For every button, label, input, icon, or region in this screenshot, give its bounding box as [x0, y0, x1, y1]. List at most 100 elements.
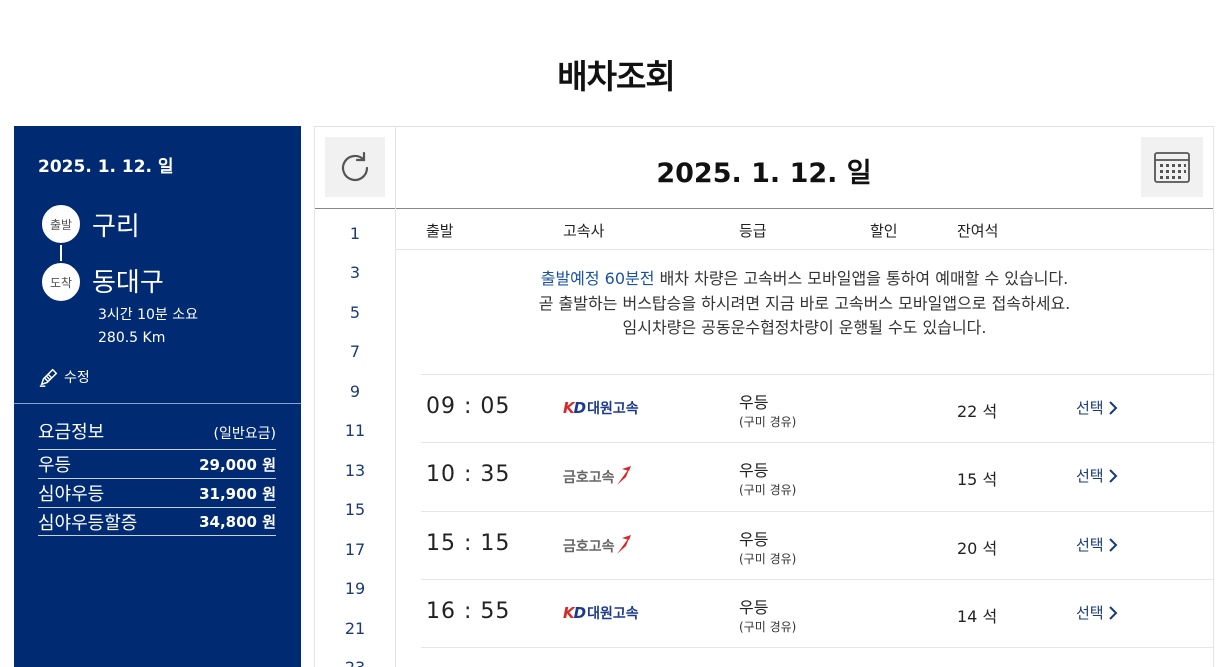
- select-label: 선택: [1076, 536, 1104, 554]
- remaining-seats: 15 석: [957, 470, 998, 489]
- company-name: 대원고속: [587, 401, 639, 417]
- hour-item[interactable]: 23: [315, 658, 395, 667]
- hour-item[interactable]: 15: [315, 500, 395, 519]
- hour-item[interactable]: 19: [315, 579, 395, 598]
- column-header-discount: 할인: [870, 222, 898, 240]
- schedule-date: 2025. 1. 12. 일: [656, 158, 872, 189]
- select-button[interactable]: 선택: [1076, 602, 1118, 623]
- hour-item[interactable]: 3: [315, 263, 395, 282]
- remaining-seats: 14 석: [957, 607, 998, 626]
- bus-row: 09 : 05 KD 대원고속 우등 (구미 경유) 22 석 선택: [421, 374, 1213, 442]
- booking-notice: 출발예정 60분전 배차 차량은 고속버스 모바일앱을 통하여 예매할 수 있습…: [396, 267, 1213, 341]
- departure-time: 15 : 15: [426, 531, 511, 556]
- select-button[interactable]: 선택: [1076, 465, 1118, 486]
- company-name: 금호고속: [563, 539, 615, 555]
- hour-item[interactable]: 9: [315, 382, 395, 401]
- select-button[interactable]: 선택: [1076, 534, 1118, 555]
- select-label: 선택: [1076, 399, 1104, 417]
- bus-via: (구미 경유): [739, 552, 797, 566]
- hour-item[interactable]: 11: [315, 421, 395, 440]
- company-name: 금호고속: [563, 470, 615, 486]
- refresh-button[interactable]: [325, 137, 385, 197]
- chevron-right-icon: [1108, 400, 1118, 415]
- arrival-city: 동대구: [92, 268, 164, 298]
- fare-row: 심야우등할증 34,800 원: [38, 507, 276, 536]
- fare-grade: 우등: [38, 455, 72, 476]
- fare-table: 우등 29,000 원 심야우등 31,900 원 심야우등할증 34,800 …: [38, 449, 276, 536]
- calendar-icon: [1154, 152, 1190, 183]
- kumho-swoosh-icon: [616, 466, 631, 485]
- kumho-logo: 금호고속: [563, 465, 632, 487]
- arrival-badge: 도착: [40, 261, 82, 303]
- panel-divider: [14, 403, 301, 404]
- hour-item[interactable]: 17: [315, 540, 395, 559]
- notice-line1: 배차 차량은 고속버스 모바일앱을 통하여 예매할 수 있습니다.: [654, 269, 1069, 288]
- column-headers: 출발 고속사 등급 할인 잔여석: [396, 210, 1213, 250]
- bus-via: (구미 경유): [739, 415, 797, 429]
- bus-row: 10 : 35 금호고속 우등 (구미 경유) 15 석 선택: [421, 442, 1213, 510]
- departure-time: 10 : 35: [426, 462, 511, 487]
- fare-row: 심야우등 31,900 원: [38, 478, 276, 507]
- hour-item[interactable]: 13: [315, 461, 395, 480]
- fare-grade: 심야우등할증: [38, 512, 138, 534]
- notice-line3: 임시차량은 공동운수협정차량이 운행될 수도 있습니다.: [622, 318, 987, 337]
- page-title: 배차조회: [557, 57, 675, 96]
- column-header-departure: 출발: [426, 222, 454, 240]
- pen-edit-icon: [39, 368, 58, 387]
- column-header-grade: 등급: [739, 222, 767, 240]
- fare-row: 우등 29,000 원: [38, 449, 276, 478]
- bus-via: (구미 경유): [739, 620, 797, 634]
- remaining-seats: 20 석: [957, 539, 998, 558]
- column-header-seats: 잔여석: [957, 222, 999, 240]
- daewon-logo: KD 대원고속: [563, 397, 639, 419]
- kd-logo-mark: KD: [563, 399, 586, 417]
- select-label: 선택: [1076, 467, 1104, 485]
- bus-grade: 우등: [739, 393, 769, 412]
- fare-header: 요금정보 (일반요금): [38, 418, 276, 444]
- select-button[interactable]: 선택: [1076, 397, 1118, 418]
- departure-time: 09 : 05: [426, 394, 511, 419]
- trip-distance: 280.5 Km: [98, 330, 166, 346]
- hour-item[interactable]: 5: [315, 303, 395, 322]
- hour-item[interactable]: 21: [315, 619, 395, 638]
- fare-title: 요금정보: [38, 422, 105, 443]
- hour-selector: 1 3 5 7 9 11 13 15 17 19 21 23: [315, 209, 396, 667]
- remaining-seats: 22 석: [957, 402, 998, 421]
- fare-price: 34,800 원: [199, 513, 276, 531]
- departure-city: 구리: [92, 212, 140, 242]
- trip-duration: 3시간 10분 소요: [98, 307, 199, 323]
- company-name: 대원고속: [587, 606, 639, 622]
- hour-item[interactable]: 7: [315, 342, 395, 361]
- refresh-icon: [341, 151, 369, 182]
- schedule-header: 2025. 1. 12. 일: [315, 127, 1213, 209]
- bus-grade: 우등: [739, 598, 769, 617]
- chevron-right-icon: [1108, 605, 1118, 620]
- route-summary-panel: 2025. 1. 12. 일 출발 구리 도착 동대구 3시간 10분 소요 2…: [14, 126, 301, 667]
- notice-highlight: 출발예정 60분전: [540, 269, 655, 288]
- bus-row: 16 : 55 KD 대원고속 우등 (구미 경유) 14 석 선택: [421, 579, 1213, 647]
- bus-grade: 우등: [739, 530, 769, 549]
- notice-line2: 곧 출발하는 버스탑승을 하시려면 지금 바로 고속버스 모바일앱으로 접속하세…: [538, 293, 1071, 313]
- edit-route-button[interactable]: 수정: [38, 366, 90, 388]
- kumho-swoosh-icon: [616, 535, 631, 554]
- column-header-company: 고속사: [563, 222, 605, 240]
- hour-item[interactable]: 1: [315, 224, 395, 243]
- calendar-button[interactable]: [1141, 137, 1203, 197]
- chevron-right-icon: [1108, 468, 1118, 483]
- kumho-logo: 금호고속: [563, 534, 632, 556]
- edit-route-label: 수정: [64, 370, 90, 386]
- fare-price: 29,000 원: [199, 455, 276, 474]
- schedule-panel: 2025. 1. 12. 일 1 3 5 7 9 11 13 15 17 19 …: [314, 126, 1214, 667]
- fare-price: 31,900 원: [199, 484, 276, 503]
- daewon-logo: KD 대원고속: [563, 602, 639, 624]
- kd-logo-mark: KD: [563, 604, 586, 622]
- fare-type: (일반요금): [213, 426, 276, 442]
- bus-grade: 우등: [739, 461, 769, 480]
- fare-grade: 심야우등: [38, 484, 105, 505]
- departure-time: 16 : 55: [426, 599, 511, 624]
- summary-date: 2025. 1. 12. 일: [38, 157, 174, 177]
- bus-row-divider: [421, 647, 1213, 667]
- bus-via: (구미 경유): [739, 483, 797, 497]
- select-label: 선택: [1076, 604, 1104, 622]
- bus-row: 15 : 15 금호고속 우등 (구미 경유) 20 석 선택: [421, 511, 1213, 579]
